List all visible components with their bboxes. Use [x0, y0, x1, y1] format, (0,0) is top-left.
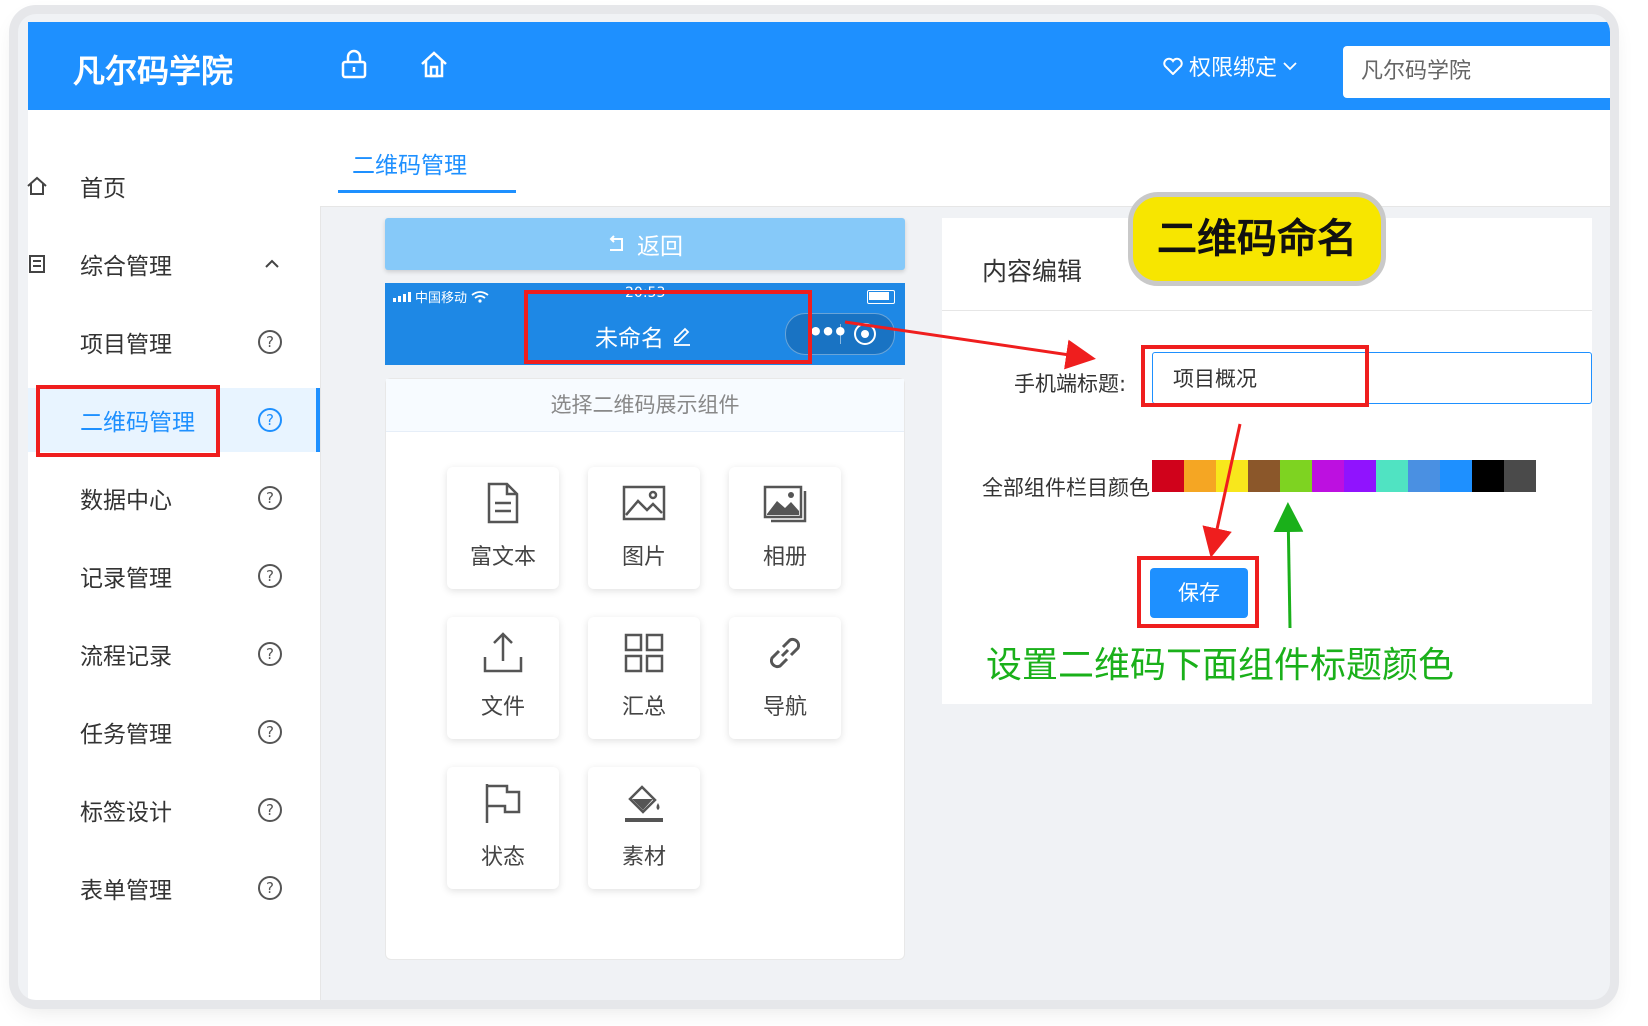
green-arrow-colors — [1273, 502, 1304, 629]
red-arrow-save — [1202, 423, 1242, 558]
red-arrow-title — [844, 320, 1096, 370]
annotation-arrows — [844, 320, 1304, 629]
